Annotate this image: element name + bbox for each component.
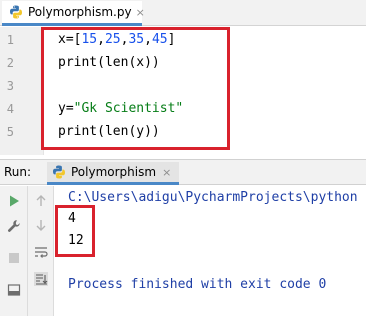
- soft-wrap-icon[interactable]: [32, 243, 50, 261]
- line-number: 3: [6, 79, 14, 93]
- play-icon[interactable]: [5, 192, 23, 210]
- console-command-line: C:\Users\adigu\PycharmProjects\python: [68, 190, 358, 205]
- line-number: 2: [6, 56, 14, 70]
- editor-tab-bar: Polymorphism.py ×: [0, 0, 366, 26]
- layout-icon[interactable]: [5, 281, 23, 299]
- down-arrow-icon[interactable]: [32, 216, 50, 234]
- run-toolbar-primary: [0, 186, 28, 316]
- wrench-icon[interactable]: [5, 217, 23, 235]
- python-file-icon: [51, 164, 67, 180]
- run-toolbar-secondary: [28, 186, 54, 316]
- python-file-icon: [8, 4, 24, 20]
- console-exit-message: Process finished with exit code 0: [68, 277, 327, 292]
- highlight-box-output: [55, 205, 95, 257]
- run-tab-label: Polymorphism: [71, 165, 157, 179]
- line-number: 1: [6, 33, 14, 47]
- run-panel-header: Run: Polymorphism ×: [0, 159, 366, 185]
- editor-gutter: 1 2 3 4 5: [0, 27, 44, 155]
- line-number: 4: [6, 102, 14, 116]
- close-icon[interactable]: ×: [162, 166, 171, 179]
- run-tab-polymorphism[interactable]: Polymorphism ×: [47, 162, 180, 185]
- up-arrow-icon[interactable]: [32, 192, 50, 210]
- stop-icon[interactable]: [5, 249, 23, 267]
- scroll-to-end-icon[interactable]: [32, 270, 50, 288]
- line-number: 5: [6, 125, 14, 139]
- editor-tab-polymorphism[interactable]: Polymorphism.py ×: [2, 1, 145, 26]
- highlight-box-code: [41, 27, 230, 150]
- editor-tab-label: Polymorphism.py: [28, 5, 132, 19]
- run-console[interactable]: C:\Users\adigu\PycharmProjects\python 4 …: [55, 186, 366, 316]
- close-icon[interactable]: ×: [136, 7, 145, 18]
- code-editor[interactable]: 1 2 3 4 5 x=[15,25,35,45] print(len(x)) …: [0, 27, 366, 155]
- run-label: Run:: [4, 165, 32, 179]
